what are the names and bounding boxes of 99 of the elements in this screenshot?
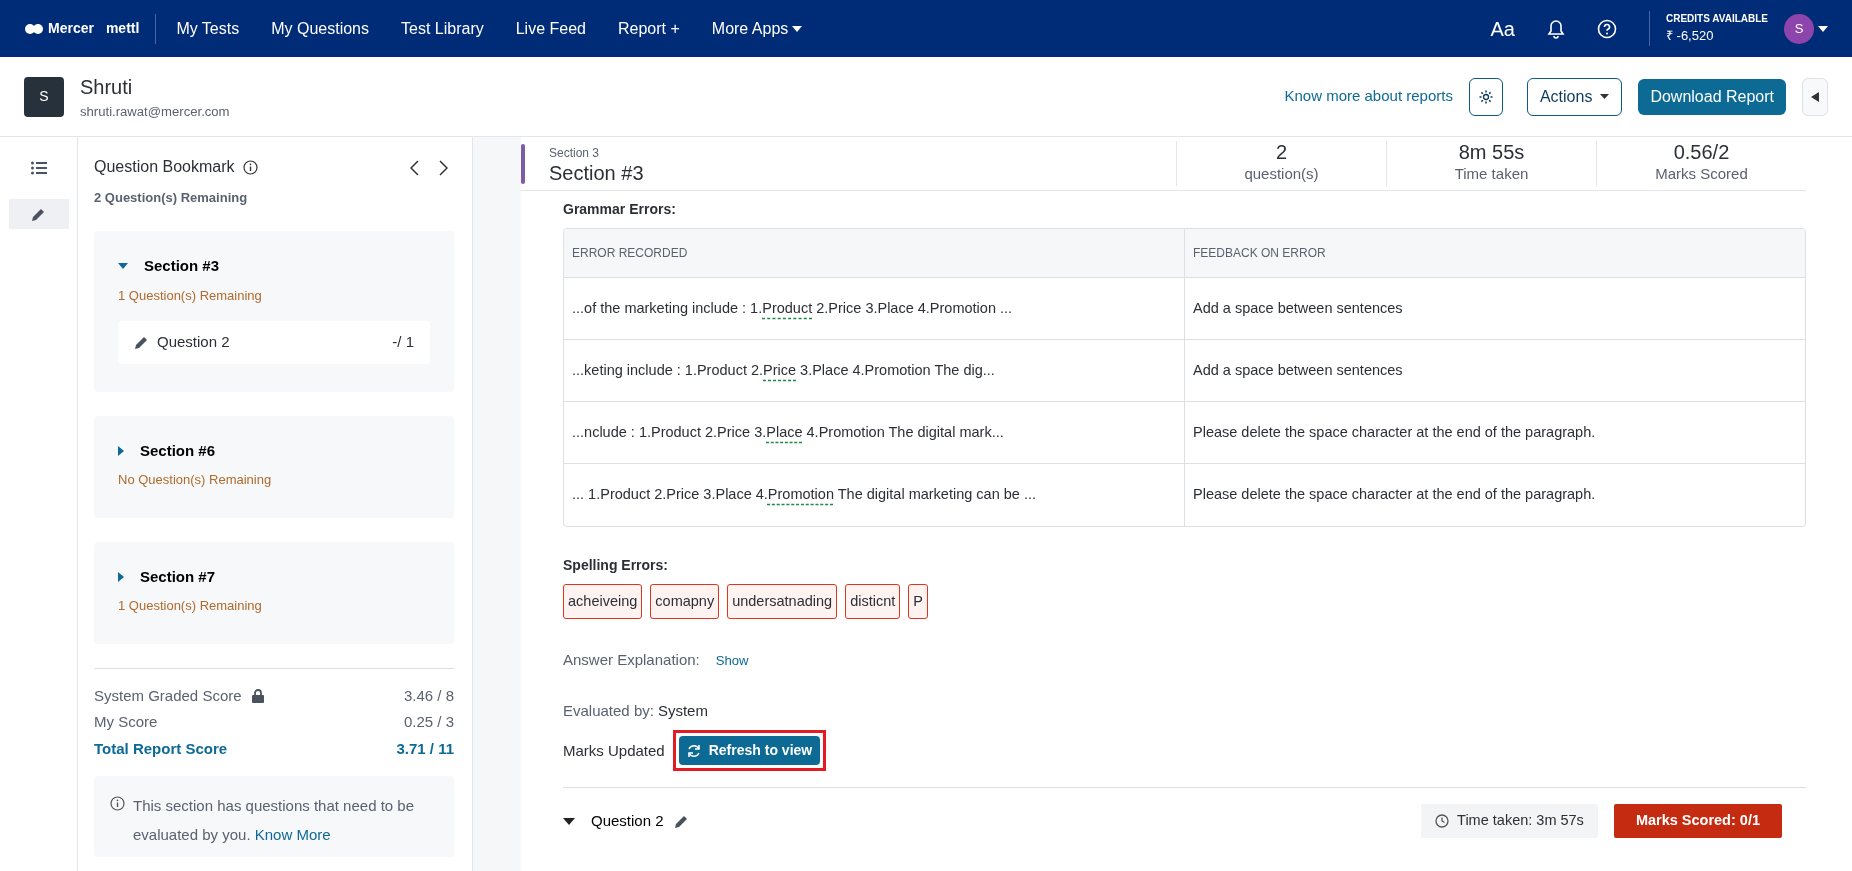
feedback-text: Add a space between sentences [1184,339,1805,402]
know-more-link[interactable]: Know more about reports [1284,85,1453,108]
score-label: My Score [94,712,158,732]
caret-right-icon [118,571,124,582]
list-icon [30,161,47,175]
score-label: Total Report Score [94,738,228,759]
candidate-email: shruti.rawat@mercer.com [80,102,230,121]
stat-label: question(s) [1243,164,1320,185]
caret-icon [1818,25,1828,32]
question-score: -/ 1 [392,332,414,352]
lock-icon [251,688,264,703]
error-text: ...keting include : 1.Product 2.Price 3.Place 4.Promotion The dig... [564,339,1185,402]
nav-link[interactable]: Test Library [385,16,500,41]
stat-value: 2 [1274,141,1289,164]
caret-icon [1600,94,1610,99]
question-item[interactable]: Question 2 -/ 1 [118,321,430,364]
collapse-button[interactable] [1802,77,1828,116]
chevron-right-icon [439,160,448,177]
credits-label: CREDITS AVAILABLE [1665,12,1768,27]
bookmark-title: Question Bookmark [94,157,235,178]
marks-scored-badge: Marks Scored: 0/1 [1613,804,1782,838]
stat-value: 8m 55s [1457,141,1526,164]
pencil-icon [31,206,46,222]
candidate-avatar: S [24,76,64,117]
pencil-icon [134,334,149,350]
show-link[interactable]: Show [715,650,749,671]
question-toggle[interactable]: Question 2 [563,809,664,833]
evaluator-name: System [657,700,708,721]
column-header: ERROR RECORDED [564,229,1185,278]
spelling-error-tag: P [908,583,928,620]
refresh-button[interactable]: Refresh to view [678,736,821,766]
settings-button[interactable] [1468,77,1503,116]
feedback-text: Please delete the space character at the end of the paragraph. [1184,463,1805,526]
spelling-error-tag: disticnt [845,583,901,620]
marks-updated-label: Marks Updated [563,740,665,761]
bell-icon [1546,19,1565,40]
settings-icon [1477,89,1494,106]
spelling-error-tag: acheiveing [563,583,643,620]
info-icon [110,796,125,811]
chevron-left-icon [410,160,419,177]
section-remaining: No Question(s) Remaining [118,471,273,489]
error-text: ...nclude : 1.Product 2.Price 3.Place 4.Promotion The digital mark... [564,401,1185,464]
download-report-button[interactable]: Download Report [1638,78,1786,115]
section-marker [521,143,525,184]
section-title: Section #3 [549,161,645,184]
section-remaining: 1 Question(s) Remaining [118,597,263,615]
feedback-text: Please delete the space character at the end of the paragraph. [1184,401,1805,464]
font-size-button[interactable]: Aa [1474,13,1531,44]
candidate-name: Shruti [80,74,134,100]
nav-link[interactable]: My Questions [255,16,385,41]
user-menu-button[interactable]: S [1784,13,1828,44]
score-label: System Graded Score [94,685,242,706]
section-toggle[interactable]: Section #7 [118,565,216,588]
help-icon [1596,19,1617,40]
clock-icon [1435,814,1450,829]
nav-link[interactable]: More Apps [695,16,819,41]
question-label: Question 2 [157,332,231,352]
stat-label: Time taken [1453,164,1530,185]
brand-logo-icon [24,22,44,35]
user-avatar: S [1784,13,1814,44]
spelling-error-tag: comapny [650,583,720,620]
error-text: ... 1.Product 2.Price 3.Place 4.Promotion The digital marketing can be ... [564,463,1185,526]
stat-label: Marks Scored [1654,164,1749,185]
info-icon [242,159,258,175]
caret-icon [792,25,803,32]
brand-sub-name: mettl [105,19,140,38]
column-header: FEEDBACK ON ERROR [1184,229,1805,278]
know-more-link[interactable]: Know More [254,825,331,843]
nav-link[interactable]: Report + [602,16,696,41]
score-value: 0.25 / 3 [403,712,454,732]
section-toggle[interactable]: Section #3 [118,255,220,278]
refresh-icon [686,743,701,758]
stat-value: 0.56/2 [1672,141,1731,164]
section-caption: Section 3 [549,144,601,162]
left-arrow-icon [1811,92,1819,103]
grammar-errors-heading: Grammar Errors: [563,200,677,219]
credits-value: ₹ -6,520 [1665,27,1715,46]
section-remaining: 1 Question(s) Remaining [118,286,263,305]
score-value: 3.46 / 8 [403,685,454,706]
error-text: ...of the marketing include : 1.Product 2.Price 3.Place 4.Promotion ... [564,277,1185,340]
evaluated-label: Evaluated by: [563,700,654,721]
spelling-errors-heading: Spelling Errors: [563,555,670,575]
nav-link[interactable]: My Tests [160,16,256,41]
feedback-text: Add a space between sentences [1184,277,1805,340]
brand-name: Mercer [48,19,94,38]
time-taken-chip: Time taken: 3m 57s [1421,804,1598,838]
pencil-icon [673,813,689,829]
bookmark-remaining: 2 Question(s) Remaining [94,188,249,207]
score-value: 3.71 / 11 [396,738,454,759]
caret-right-icon [118,445,124,456]
section-toggle[interactable]: Section #6 [118,439,216,462]
notice-text: This section has questions that need to be evaluated by you. Know More [133,796,415,845]
nav-link[interactable]: Live Feed [499,16,602,41]
actions-button[interactable]: Actions [1526,77,1623,116]
caret-down-icon [563,817,575,825]
pencil-view-button[interactable] [8,199,69,229]
explanation-label: Answer Explanation: [563,650,700,671]
caret-down-icon [118,263,128,270]
spelling-error-tag: undersatnading [727,583,838,620]
